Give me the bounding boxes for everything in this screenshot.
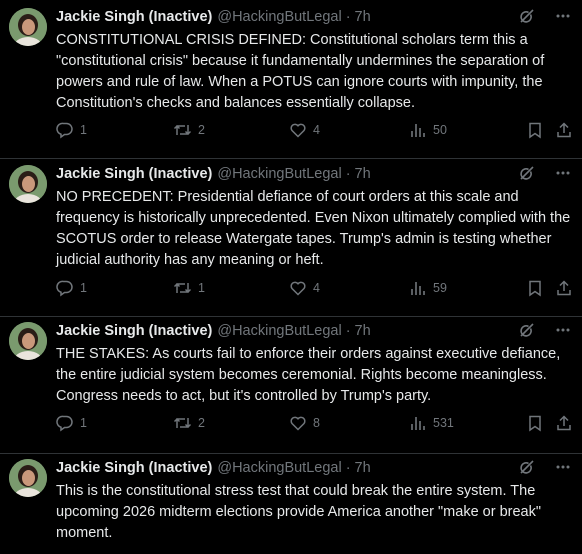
separator-dot: · xyxy=(345,323,351,339)
avatar[interactable] xyxy=(9,459,47,497)
share-icon xyxy=(557,280,571,296)
reply-count: 1 xyxy=(80,416,87,430)
avatar[interactable] xyxy=(9,165,47,203)
share-icon xyxy=(557,122,571,138)
repost-count: 1 xyxy=(198,281,205,295)
avatar-photo xyxy=(9,459,47,497)
reply-count: 1 xyxy=(80,123,87,137)
repost-button[interactable]: 2 xyxy=(173,414,205,432)
tweet[interactable]: Jackie Singh (Inactive) @HackingButLegal… xyxy=(0,454,582,554)
views-button[interactable]: 531 xyxy=(409,414,454,432)
author-name[interactable]: Jackie Singh (Inactive) xyxy=(56,166,212,182)
bookmark-button[interactable] xyxy=(526,279,544,297)
repost-icon xyxy=(173,124,192,136)
author-name[interactable]: Jackie Singh (Inactive) xyxy=(56,9,212,25)
tweet-header: Jackie Singh (Inactive) @HackingButLegal… xyxy=(56,458,371,478)
views-icon xyxy=(411,417,425,430)
timestamp[interactable]: 7h xyxy=(355,9,371,25)
tweet-text: THE STAKES: As courts fail to enforce th… xyxy=(56,346,565,404)
views-count: 59 xyxy=(433,281,447,295)
author-handle[interactable]: @HackingButLegal xyxy=(217,460,341,476)
share-button[interactable] xyxy=(555,121,573,139)
author-handle[interactable]: @HackingButLegal xyxy=(217,323,341,339)
tweet-header-actions xyxy=(518,7,572,25)
like-count: 4 xyxy=(313,123,320,137)
share-button[interactable] xyxy=(555,279,573,297)
reply-button[interactable]: 1 xyxy=(56,414,87,432)
author-handle[interactable]: @HackingButLegal xyxy=(217,166,341,182)
repost-button[interactable]: 2 xyxy=(173,121,205,139)
bookmark-icon xyxy=(529,122,541,139)
reply-button[interactable]: 1 xyxy=(56,279,87,297)
avatar[interactable] xyxy=(9,322,47,360)
tweet-header: Jackie Singh (Inactive) @HackingButLegal… xyxy=(56,164,371,184)
more-icon[interactable] xyxy=(554,7,572,25)
reply-icon xyxy=(56,122,73,139)
repost-icon xyxy=(173,417,192,429)
more-icon[interactable] xyxy=(554,321,572,339)
reply-button[interactable]: 1 xyxy=(56,121,87,139)
repost-icon xyxy=(173,282,192,294)
tweet-header: Jackie Singh (Inactive) @HackingButLegal… xyxy=(56,321,371,341)
like-button[interactable]: 4 xyxy=(289,279,320,297)
reply-icon xyxy=(56,280,73,297)
tweet-actions: 1 2 4 50 xyxy=(56,121,574,141)
tweet[interactable]: Jackie Singh (Inactive) @HackingButLegal… xyxy=(0,317,582,453)
reply-icon xyxy=(56,415,73,432)
tweet-header-actions xyxy=(518,458,572,476)
more-icon[interactable] xyxy=(554,164,572,182)
tweet[interactable]: Jackie Singh (Inactive) @HackingButLegal… xyxy=(0,159,582,316)
like-icon xyxy=(290,123,306,138)
views-button[interactable]: 59 xyxy=(409,279,447,297)
tweet-text: This is the constitutional stress test t… xyxy=(56,483,546,541)
share-icon xyxy=(557,415,571,431)
tweet-text: NO PRECEDENT: Presidential defiance of c… xyxy=(56,189,575,268)
tweet-text: CONSTITUTIONAL CRISIS DEFINED: Constitut… xyxy=(56,32,549,111)
grok-icon[interactable] xyxy=(518,458,536,476)
more-icon[interactable] xyxy=(554,458,572,476)
views-button[interactable]: 50 xyxy=(409,121,447,139)
timestamp[interactable]: 7h xyxy=(355,166,371,182)
timestamp[interactable]: 7h xyxy=(355,323,371,339)
avatar-photo xyxy=(9,322,47,360)
bookmark-icon xyxy=(529,415,541,432)
views-icon xyxy=(411,282,425,295)
repost-count: 2 xyxy=(198,123,205,137)
tweet-actions: 1 2 8 531 xyxy=(56,414,574,434)
tweet-header: Jackie Singh (Inactive) @HackingButLegal… xyxy=(56,7,371,27)
bookmark-button[interactable] xyxy=(526,414,544,432)
avatar-photo xyxy=(9,165,47,203)
tweet[interactable]: Jackie Singh (Inactive) @HackingButLegal… xyxy=(0,0,582,158)
views-icon xyxy=(411,124,425,137)
share-button[interactable] xyxy=(555,414,573,432)
tweet-header-actions xyxy=(518,164,572,182)
author-name[interactable]: Jackie Singh (Inactive) xyxy=(56,460,212,476)
separator-dot: · xyxy=(345,166,351,182)
timestamp[interactable]: 7h xyxy=(355,460,371,476)
author-name[interactable]: Jackie Singh (Inactive) xyxy=(56,323,212,339)
tweet-actions: 1 1 4 59 xyxy=(56,279,574,299)
separator-dot: · xyxy=(345,460,351,476)
repost-count: 2 xyxy=(198,416,205,430)
avatar[interactable] xyxy=(9,8,47,46)
views-count: 531 xyxy=(433,416,454,430)
bookmark-icon xyxy=(529,280,541,297)
grok-icon[interactable] xyxy=(518,164,536,182)
separator-dot: · xyxy=(345,9,351,25)
like-button[interactable]: 8 xyxy=(289,414,320,432)
grok-icon[interactable] xyxy=(518,321,536,339)
grok-icon[interactable] xyxy=(518,7,536,25)
repost-button[interactable]: 1 xyxy=(173,279,205,297)
reply-count: 1 xyxy=(80,281,87,295)
like-count: 4 xyxy=(313,281,320,295)
author-handle[interactable]: @HackingButLegal xyxy=(217,9,341,25)
bookmark-button[interactable] xyxy=(526,121,544,139)
avatar-photo xyxy=(9,8,47,46)
like-icon xyxy=(290,416,306,431)
like-icon xyxy=(290,281,306,296)
tweet-header-actions xyxy=(518,321,572,339)
like-count: 8 xyxy=(313,416,320,430)
like-button[interactable]: 4 xyxy=(289,121,320,139)
views-count: 50 xyxy=(433,123,447,137)
